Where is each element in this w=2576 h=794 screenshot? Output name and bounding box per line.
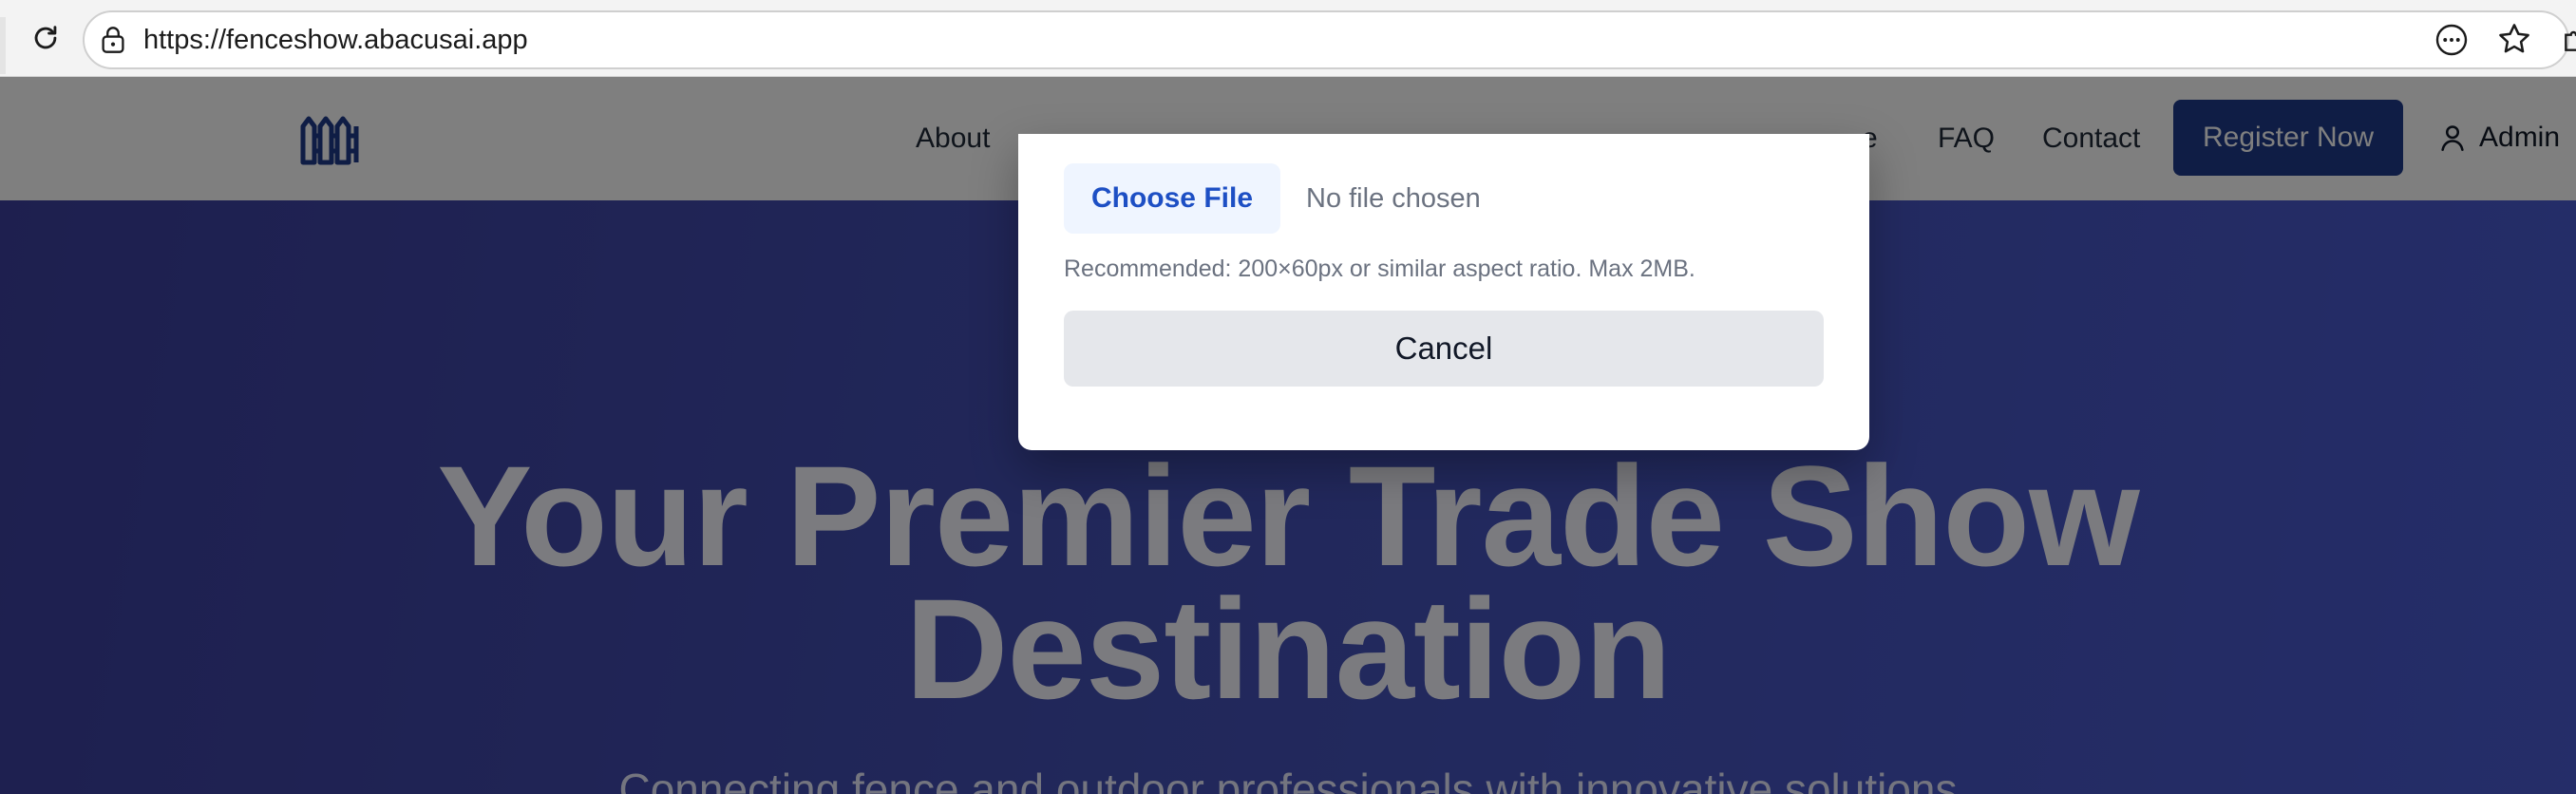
- reload-icon[interactable]: [25, 17, 66, 59]
- upload-hint-text: Recommended: 200×60px or similar aspect …: [1064, 255, 1695, 282]
- tab-strip-edge: [0, 17, 6, 74]
- logo-upload-dialog: Choose File No file chosen Recommended: …: [1018, 134, 1869, 450]
- extensions-icon[interactable]: [2561, 25, 2576, 55]
- file-status-text: No file chosen: [1306, 183, 1481, 214]
- cancel-button[interactable]: Cancel: [1064, 311, 1824, 387]
- url-text[interactable]: https://fenceshow.abacusai.app: [143, 23, 528, 57]
- more-options-icon[interactable]: [2434, 22, 2470, 58]
- favorite-star-icon[interactable]: [2494, 19, 2534, 59]
- choose-file-button[interactable]: Choose File: [1064, 163, 1280, 234]
- modal-backdrop[interactable]: Choose File No file chosen Recommended: …: [0, 77, 2576, 794]
- lock-icon[interactable]: [98, 25, 128, 55]
- browser-toolbar: https://fenceshow.abacusai.app: [0, 0, 2576, 77]
